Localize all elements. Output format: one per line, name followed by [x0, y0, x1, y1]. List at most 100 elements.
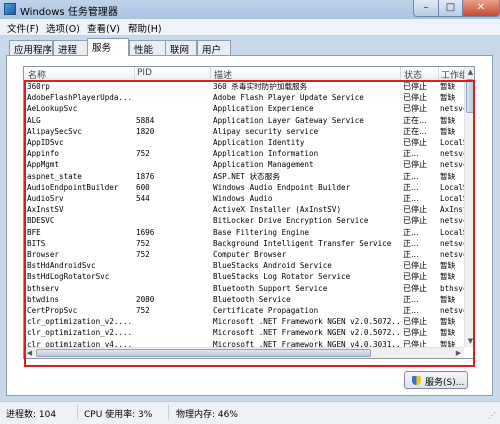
- service-name: BstHdAndroidSvc: [27, 261, 96, 271]
- service-row[interactable]: AppMgmt Application Management 已停止 netsvc: [24, 159, 467, 170]
- service-row[interactable]: Appinfo 752 Application Information 正... net…: [24, 148, 467, 159]
- service-status: 正...: [403, 238, 419, 248]
- service-description: Adobe Flash Player Update Service: [213, 93, 364, 103]
- column-divider[interactable]: [134, 67, 135, 80]
- service-row[interactable]: AudioSrv 544 Windows Audio 正... LocalS: [24, 193, 467, 204]
- service-row[interactable]: AppIDSvc Application Identity 已停止 LocalS: [24, 137, 467, 148]
- service-pid: 600: [136, 182, 150, 192]
- vertical-scrollbar[interactable]: ▲ ▼: [464, 67, 474, 347]
- service-pid: 1876: [136, 171, 155, 181]
- service-status: 正...: [403, 306, 419, 315]
- services-button[interactable]: 服务(S)...: [404, 371, 468, 389]
- column-divider[interactable]: [438, 67, 439, 80]
- service-name: Appinfo: [27, 149, 60, 159]
- service-name: AlipaySecSvc: [27, 126, 82, 136]
- service-pid: 752: [136, 306, 150, 315]
- service-row[interactable]: CertPropSvc 752 Certificate Propagation 正..…: [24, 305, 467, 316]
- service-name: BstHdLogRotatorSvc: [27, 272, 110, 282]
- tab-services[interactable]: 服务: [87, 38, 129, 56]
- service-name: btwdins: [27, 294, 60, 304]
- service-name: BDESVC: [27, 216, 55, 226]
- service-status: 正...: [403, 149, 419, 159]
- service-status: 已停止: [403, 82, 427, 91]
- scroll-right-icon[interactable]: ▶: [453, 348, 464, 358]
- service-row[interactable]: 360rp 360 杀毒实时防护加载服务 已停止 暂缺: [24, 81, 464, 92]
- vertical-scroll-thumb[interactable]: [466, 79, 474, 113]
- service-description: BlueStacks Log Rotator Service: [213, 272, 351, 282]
- service-row[interactable]: BstHdLogRotatorSvc BlueStacks Log Rotator…: [24, 271, 464, 282]
- column-divider[interactable]: [210, 67, 211, 80]
- service-description: Bluetooth Support Service: [213, 283, 328, 293]
- service-name: AppMgmt: [27, 160, 60, 170]
- service-row[interactable]: aspnet_state 1876 ASP.NET 状态服务 正... 暂缺: [24, 171, 464, 182]
- cpu-usage: CPU 使用率: 3%: [84, 410, 153, 420]
- service-description: Application Information: [213, 149, 319, 159]
- horizontal-scrollbar[interactable]: ◀ ▶: [24, 347, 464, 358]
- service-row[interactable]: AdobeFlashPlayerUpda... Adobe Flash Playe…: [24, 92, 464, 103]
- process-count: 进程数: 104: [6, 410, 57, 420]
- service-status: 正...: [403, 227, 419, 237]
- service-name: clr_optimization_v2....: [27, 317, 133, 327]
- service-row[interactable]: BFE 1696 Base Filtering Engine 正... LocalS: [24, 227, 467, 238]
- tab-networking[interactable]: 联网: [165, 40, 197, 56]
- service-row[interactable]: Browser 752 Computer Browser 正... netsvc: [24, 249, 467, 260]
- service-name: AppIDSvc: [27, 138, 64, 147]
- service-pid: 5884: [136, 115, 155, 125]
- service-status: 已停止: [403, 205, 427, 215]
- tab-performance[interactable]: 性能: [129, 40, 166, 56]
- scroll-down-icon[interactable]: ▼: [465, 336, 474, 347]
- service-status: 正...: [403, 182, 419, 192]
- service-status: 已停止: [403, 272, 427, 282]
- service-row[interactable]: clr_optimization_v2.... Microsoft .NET Fr…: [24, 327, 464, 338]
- column-header-pid[interactable]: PID: [137, 68, 152, 78]
- service-row[interactable]: clr_optimization_v2.... Microsoft .NET Fr…: [24, 316, 464, 327]
- scroll-left-icon[interactable]: ◀: [24, 348, 35, 358]
- minimize-button[interactable]: –: [413, 0, 439, 17]
- service-pid: 1696: [136, 227, 155, 237]
- service-description: Base Filtering Engine: [213, 227, 310, 237]
- service-row[interactable]: AudioEndpointBuilder 600 Windows Audio End…: [24, 182, 467, 193]
- maximize-button[interactable]: □: [438, 0, 463, 17]
- service-row[interactable]: ALG 5884 Application Layer Gateway Service…: [24, 115, 464, 126]
- service-status: 正...: [403, 194, 419, 203]
- service-name: AxInstSV: [27, 205, 64, 215]
- column-header-name[interactable]: 名称: [28, 68, 46, 81]
- status-bar: 进程数: 104 CPU 使用率: 3% 物理内存: 46% ⋰: [0, 401, 500, 424]
- service-name: BFE: [27, 227, 41, 237]
- menu-view[interactable]: 查看(V): [87, 21, 120, 35]
- tab-processes[interactable]: 进程: [53, 40, 88, 56]
- service-name: AdobeFlashPlayerUpda...: [27, 93, 133, 103]
- service-row[interactable]: BstHdAndroidSvc BlueStacks Android Servic…: [24, 260, 464, 271]
- status-divider: [77, 405, 78, 420]
- service-status: 已停止: [403, 328, 427, 338]
- service-description: BitLocker Drive Encryption Service: [213, 216, 369, 226]
- service-row[interactable]: AxInstSV ActiveX Installer (AxInstSV) 已停止 A…: [24, 204, 467, 215]
- menu-file[interactable]: 文件(F): [7, 21, 39, 35]
- service-row[interactable]: AeLookupSvc Application Experience 已停止 nets…: [24, 103, 467, 114]
- service-row[interactable]: BITS 752 Background Intelligent Transfer S…: [24, 238, 467, 249]
- menu-options[interactable]: 选项(O): [46, 21, 80, 35]
- column-header-description[interactable]: 描述: [214, 68, 232, 81]
- horizontal-scroll-thumb[interactable]: [36, 349, 371, 357]
- services-list[interactable]: 名称 PID 描述 状态 工作组 360rp 360 杀毒实时防护加载服务 已停止暂…: [23, 66, 475, 359]
- service-row[interactable]: btwdins 2080 Bluetooth Service 正... 暂缺: [24, 294, 464, 305]
- service-row[interactable]: AlipaySecSvc 1820 Alipay security service 正…: [24, 126, 464, 137]
- tab-users[interactable]: 用户: [197, 40, 231, 56]
- service-description: ASP.NET 状态服务: [213, 171, 280, 181]
- physical-memory: 物理内存: 46%: [176, 410, 238, 420]
- column-divider[interactable]: [400, 67, 401, 80]
- close-button[interactable]: ✕: [462, 0, 500, 17]
- title-bar[interactable]: Windows 任务管理器 – □ ✕: [0, 0, 500, 19]
- tab-applications[interactable]: 应用程序: [9, 40, 53, 56]
- service-status: 已停止: [403, 283, 427, 293]
- service-row[interactable]: bthserv Bluetooth Support Service 已停止 bthsv…: [24, 283, 467, 294]
- service-name: clr_optimization_v2....: [27, 328, 133, 338]
- column-header-status[interactable]: 状态: [404, 68, 422, 81]
- service-row[interactable]: BDESVC BitLocker Drive Encryption Service…: [24, 215, 467, 226]
- resize-grip-icon[interactable]: ⋰: [488, 411, 498, 421]
- service-status: 已停止: [403, 104, 427, 114]
- scroll-up-icon[interactable]: ▲: [465, 67, 474, 78]
- menu-help[interactable]: 帮助(H): [128, 21, 162, 35]
- service-status: 正...: [403, 294, 419, 304]
- service-status: 已停止: [403, 138, 427, 147]
